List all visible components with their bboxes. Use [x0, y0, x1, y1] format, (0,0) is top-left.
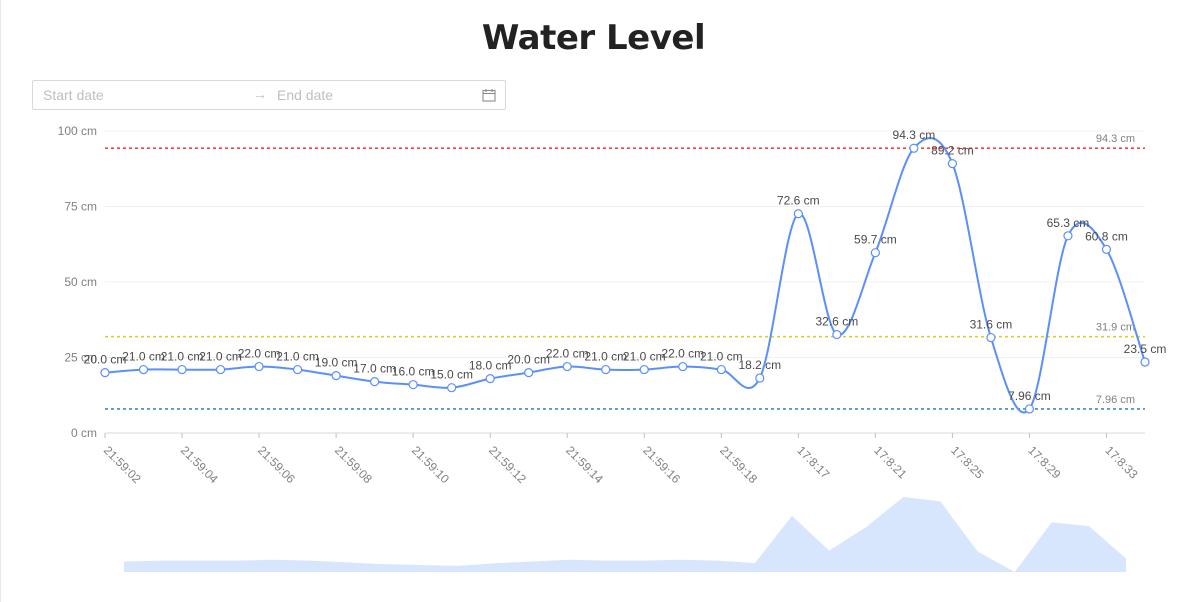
- x-tick-label: 17:8:21: [871, 443, 909, 481]
- y-tick-label: 50 cm: [64, 275, 97, 289]
- data-point: [1063, 231, 1073, 241]
- data-point: [562, 361, 572, 372]
- x-tick-label: 21:59:18: [717, 443, 760, 486]
- data-label: 20.0 cm: [84, 353, 127, 367]
- data-label: 32.6 cm: [816, 315, 859, 329]
- data-label: 7.96 cm: [1008, 389, 1051, 403]
- data-label: 21.0 cm: [199, 350, 242, 364]
- data-point: [408, 380, 418, 390]
- x-tick-label: 21:59:12: [486, 443, 529, 486]
- data-label: 21.0 cm: [584, 350, 627, 364]
- x-tick-label: 21:59:02: [101, 443, 144, 486]
- x-tick-label: 17:8:29: [1025, 443, 1063, 481]
- data-label: 22.0 cm: [546, 347, 589, 361]
- data-point: [832, 329, 842, 340]
- brush-overview-area: [124, 497, 1126, 572]
- data-label: 18.0 cm: [469, 359, 512, 373]
- data-point: [716, 364, 726, 375]
- data-label: 94.3 cm: [893, 128, 936, 142]
- data-label: 23.5 cm: [1124, 342, 1167, 356]
- data-point: [909, 143, 919, 153]
- water-level-chart: 94.3 cm31.9 cm7.96 cm 0 cm25 cm50 cm75 c…: [58, 124, 1167, 572]
- data-label: 89.2 cm: [931, 144, 974, 158]
- data-point: [370, 377, 380, 387]
- threshold-label: 7.96 cm: [1096, 394, 1135, 406]
- data-point: [793, 209, 803, 219]
- x-tick-label: 21:59:16: [640, 443, 683, 486]
- threshold-label: 31.9 cm: [1096, 322, 1135, 334]
- data-point: [601, 364, 611, 375]
- x-tick-label: 17:8:17: [794, 443, 832, 481]
- data-label: 21.0 cm: [276, 350, 319, 364]
- data-point: [678, 361, 688, 372]
- data-label: 15.0 cm: [430, 368, 473, 382]
- data-point: [870, 248, 880, 258]
- data-point: [138, 364, 149, 375]
- x-tick-label: 21:59:08: [332, 443, 375, 486]
- data-label: 17.0 cm: [353, 362, 396, 376]
- data-point: [1140, 357, 1150, 367]
- x-tick-label: 17:8:33: [1102, 443, 1140, 481]
- x-tick-label: 21:59:14: [563, 443, 606, 486]
- x-tick-label: 21:59:04: [178, 443, 221, 486]
- data-label: 18.2 cm: [738, 358, 781, 372]
- data-label: 22.0 cm: [238, 347, 281, 361]
- data-label: 65.3 cm: [1047, 216, 1090, 230]
- y-tick-label: 0 cm: [71, 426, 97, 440]
- data-point: [331, 371, 341, 381]
- y-tick-label: 75 cm: [64, 200, 97, 214]
- data-label: 22.0 cm: [661, 347, 704, 361]
- y-tick-label: 100 cm: [58, 124, 97, 138]
- data-label: 21.0 cm: [700, 350, 743, 364]
- data-point: [755, 373, 765, 383]
- data-point: [485, 374, 495, 384]
- series-line: [104, 137, 1146, 414]
- data-point: [947, 159, 958, 169]
- data-point: [1101, 244, 1112, 254]
- data-label: 20.0 cm: [507, 353, 550, 367]
- data-point: [986, 332, 996, 343]
- x-tick-label: 17:8:25: [948, 443, 986, 481]
- data-point: [524, 368, 534, 378]
- data-point: [447, 383, 457, 393]
- data-label: 21.0 cm: [623, 350, 666, 364]
- data-point: [1024, 404, 1035, 414]
- data-point: [292, 364, 303, 375]
- data-label: 19.0 cm: [315, 356, 358, 370]
- x-tick-label: 21:59:06: [255, 443, 298, 486]
- data-point: [215, 364, 226, 375]
- x-tick-label: 21:59:10: [409, 443, 452, 486]
- data-label: 60.8 cm: [1085, 229, 1128, 243]
- data-label: 59.7 cm: [854, 233, 897, 247]
- data-label: 72.6 cm: [777, 194, 820, 208]
- data-point: [254, 361, 264, 372]
- data-point: [100, 368, 110, 378]
- data-label: 31.6 cm: [970, 318, 1013, 332]
- data-label: 16.0 cm: [392, 365, 435, 379]
- data-label: 21.0 cm: [161, 350, 204, 364]
- data-point: [177, 364, 187, 375]
- data-label: 21.0 cm: [122, 350, 165, 364]
- data-point: [639, 364, 649, 375]
- threshold-label: 94.3 cm: [1096, 133, 1135, 145]
